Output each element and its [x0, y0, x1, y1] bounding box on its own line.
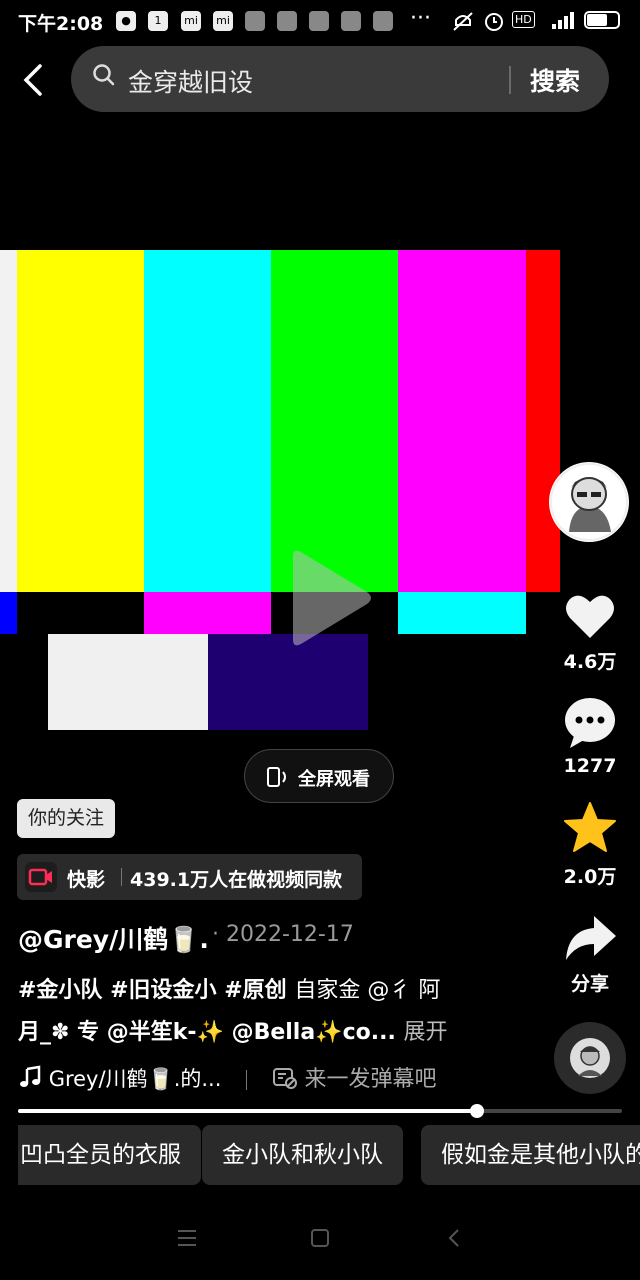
- alarm-icon: [485, 13, 503, 31]
- search-query[interactable]: 金穿越旧设: [128, 63, 253, 99]
- disc-cover-image: [571, 1039, 609, 1077]
- search-icon: [93, 64, 115, 86]
- signal-icon: [552, 12, 574, 29]
- progress-handle[interactable]: [470, 1104, 485, 1118]
- notification-icon: 1: [148, 11, 168, 31]
- kuaiying-banner[interactable]: 快影 439.1万人在做视频同款: [17, 854, 362, 900]
- system-nav-bar: [0, 1200, 640, 1280]
- kuaiying-stat: 439.1万人在做视频同款: [130, 869, 343, 891]
- like-count: 4.6万: [563, 651, 617, 673]
- kuaiying-divider: [121, 868, 122, 886]
- music-row[interactable]: Grey/川鹤🥛.的... 来一发弹幕吧: [18, 1061, 436, 1093]
- chevron-left-icon: [23, 64, 42, 96]
- test-bar-green: [271, 250, 398, 592]
- post-description-line2[interactable]: 月_✽ 专 @半笙k-✨ @Bella✨co... 展开: [18, 1014, 448, 1046]
- music-title[interactable]: Grey/川鹤🥛.的...: [49, 1067, 222, 1091]
- progress-fill: [18, 1109, 478, 1113]
- author-name[interactable]: @Grey/川鹤🥛.: [18, 920, 209, 956]
- rotate-screen-icon: [267, 767, 286, 787]
- video-player[interactable]: [0, 250, 560, 730]
- battery-icon: 66: [584, 11, 620, 29]
- mi-icon: mi: [213, 11, 233, 31]
- battery-level: 66: [593, 12, 611, 26]
- mi-icon: mi: [181, 11, 201, 31]
- music-note-icon: [20, 1065, 41, 1087]
- following-badge: 你的关注: [17, 799, 116, 838]
- share-label: 分享: [570, 973, 609, 995]
- status-time: 下午2:08: [18, 13, 104, 35]
- related-chip[interactable]: 金小队和秋小队: [202, 1125, 403, 1185]
- home-icon[interactable]: [309, 1227, 331, 1249]
- danmu-input[interactable]: 来一发弹幕吧: [304, 1067, 436, 1092]
- test-bar-white: [0, 250, 17, 592]
- back-button[interactable]: [14, 58, 54, 102]
- disc-cover: [570, 1038, 610, 1078]
- app-icon: [245, 11, 265, 31]
- video-progress-bar[interactable]: [18, 1104, 622, 1118]
- app-icon: [277, 11, 297, 31]
- related-searches: 凹凸全员的衣服 金小队和秋小队 假如金是其他小队的: [18, 1125, 640, 1185]
- hashtag[interactable]: #金小队: [18, 978, 102, 1003]
- test-bar-blue: [0, 592, 17, 634]
- comment-icon[interactable]: [562, 694, 618, 750]
- test-bar-red: [526, 250, 560, 592]
- favorite-star-icon[interactable]: [562, 800, 618, 856]
- danmu-icon: [272, 1068, 297, 1089]
- related-chip[interactable]: 假如金是其他小队的: [421, 1125, 640, 1185]
- app-icon: [341, 11, 361, 31]
- kuaiying-logo: [25, 862, 57, 892]
- notification-icon: ●: [116, 11, 136, 31]
- video-camera-icon: [28, 868, 52, 886]
- kuaiying-name: 快影: [67, 869, 106, 891]
- hashtag[interactable]: #旧设金小: [110, 978, 216, 1003]
- hashtag[interactable]: #原创: [224, 978, 286, 1003]
- search-button[interactable]: 搜索: [530, 62, 580, 98]
- share-icon[interactable]: [562, 910, 618, 966]
- post-description-line1[interactable]: #金小队 #旧设金小 #原创 自家金 @彳 阿: [18, 972, 538, 1004]
- mute-icon: [453, 12, 473, 31]
- expand-link[interactable]: 展开: [403, 1020, 447, 1045]
- fullscreen-label: 全屏观看: [298, 769, 370, 790]
- status-bar: 下午2:08 ● 1 mi mi ··· HD 66: [0, 0, 640, 40]
- search-divider: [509, 66, 511, 94]
- avatar-image: [550, 463, 628, 541]
- test-block-white: [48, 634, 208, 730]
- fullscreen-button[interactable]: 全屏观看: [244, 749, 394, 803]
- search-bar[interactable]: 金穿越旧设 搜索: [71, 46, 609, 112]
- description-text: 月_✽ 专 @半笙k-✨ @Bella✨co...: [18, 1020, 396, 1045]
- description-text: 自家金 @彳 阿: [294, 978, 441, 1003]
- more-icon: ···: [410, 6, 431, 31]
- music-divider: [246, 1070, 248, 1090]
- like-icon[interactable]: [562, 588, 618, 644]
- play-icon[interactable]: [285, 548, 375, 648]
- test-bar-magenta-low: [144, 592, 271, 634]
- app-icon: [309, 11, 329, 31]
- back-nav-icon[interactable]: [444, 1227, 464, 1249]
- app-icon: [373, 11, 393, 31]
- test-bar-magenta: [398, 250, 526, 592]
- related-chip[interactable]: 凹凸全员的衣服: [18, 1125, 201, 1185]
- test-bar-yellow: [17, 250, 144, 592]
- author-avatar[interactable]: [549, 462, 629, 542]
- menu-icon[interactable]: [176, 1228, 198, 1248]
- music-disc[interactable]: [554, 1022, 626, 1094]
- test-bar-cyan-low: [398, 592, 526, 634]
- post-date: · 2022-12-17: [212, 922, 354, 947]
- test-block-indigo: [208, 634, 368, 730]
- test-bar-cyan: [144, 250, 271, 592]
- comment-count: 1277: [563, 755, 617, 777]
- hd-icon: HD: [512, 11, 535, 28]
- favorite-count: 2.0万: [563, 866, 617, 888]
